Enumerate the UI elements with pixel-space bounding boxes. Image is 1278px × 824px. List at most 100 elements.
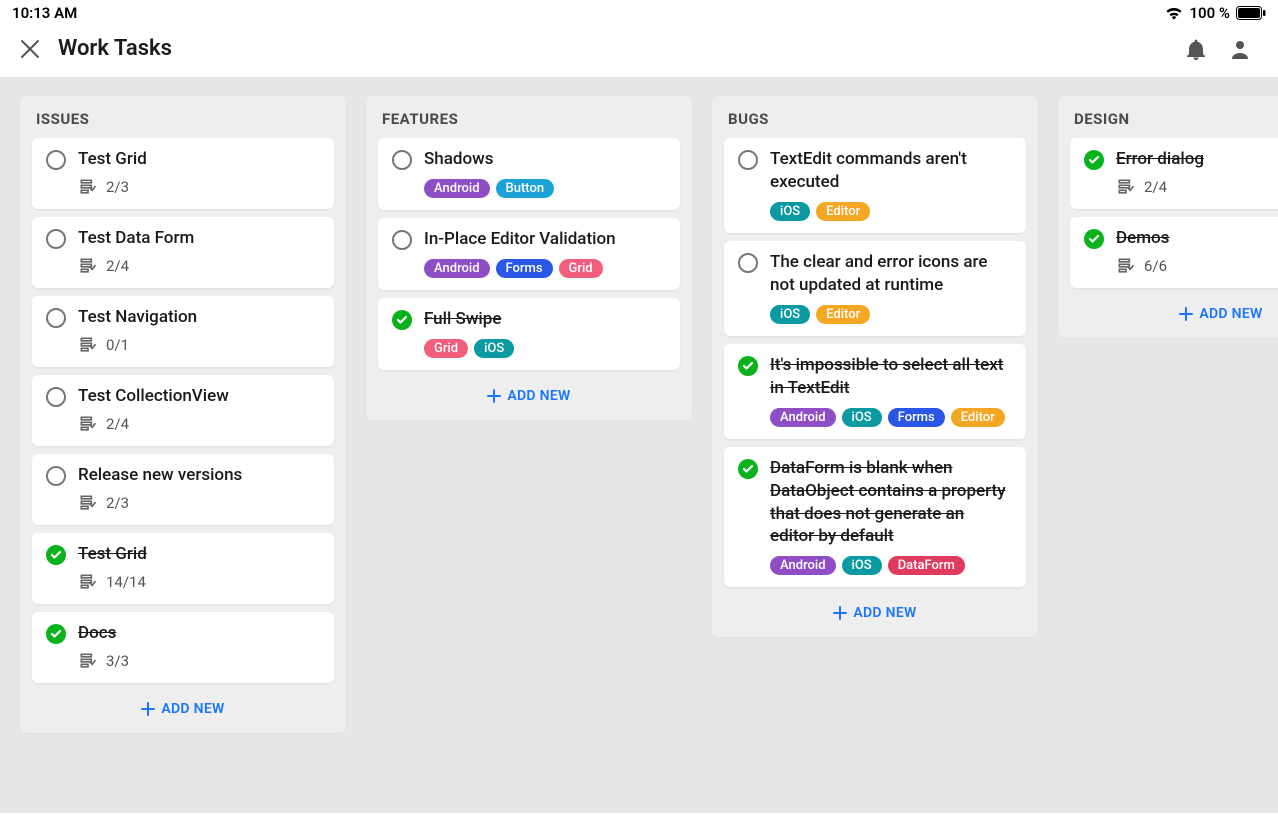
task-card[interactable]: DataForm is blank when DataObject contai… bbox=[724, 447, 1026, 588]
plus-icon bbox=[487, 389, 501, 403]
subtask-meta: 2/4 bbox=[78, 414, 320, 434]
card-body: Full Swipe GridiOS bbox=[424, 308, 666, 358]
tag[interactable]: iOS bbox=[842, 556, 882, 575]
task-card[interactable]: Test Data Form2/4 bbox=[32, 217, 334, 288]
tag[interactable]: Grid bbox=[559, 259, 603, 278]
battery-icon bbox=[1236, 6, 1266, 20]
card-title: Test Navigation bbox=[78, 306, 320, 329]
subtask-meta: 3/3 bbox=[78, 651, 320, 671]
bell-icon[interactable] bbox=[1186, 38, 1206, 60]
card-body: Test Grid2/3 bbox=[78, 148, 320, 197]
tag-list: iOS Editor bbox=[770, 202, 1012, 221]
tag[interactable]: DataForm bbox=[888, 556, 965, 575]
add-new-label: ADD NEW bbox=[853, 605, 916, 621]
card-title: It's impossible to select all text in Te… bbox=[770, 354, 1012, 400]
plus-icon bbox=[1179, 307, 1193, 321]
card-title: Shadows bbox=[424, 148, 666, 171]
kanban-board: ISSUESTest Grid2/3Test Data Form2/4Test … bbox=[0, 78, 1278, 813]
add-new-button[interactable]: ADD NEW bbox=[32, 691, 334, 721]
tag[interactable]: iOS bbox=[770, 305, 810, 324]
tag[interactable]: Android bbox=[770, 408, 836, 427]
circle-icon[interactable] bbox=[738, 253, 758, 273]
tag[interactable]: Editor bbox=[951, 408, 1005, 427]
task-card[interactable]: In-Place Editor Validation Android Forms Gr… bbox=[378, 218, 680, 290]
checkmark-icon[interactable] bbox=[392, 310, 412, 330]
card-title: DataForm is blank when DataObject contai… bbox=[770, 457, 1012, 549]
column: DESIGNError dialog2/4 Demos 6/6 ADD NEW bbox=[1058, 96, 1278, 338]
card-title: In-Place Editor Validation bbox=[424, 228, 666, 251]
task-card[interactable]: Full Swipe GridiOS bbox=[378, 298, 680, 370]
task-card[interactable]: Release new versions2/3 bbox=[32, 454, 334, 525]
task-card[interactable]: Docs 3/3 bbox=[32, 612, 334, 683]
tag-list: GridiOS bbox=[424, 339, 666, 358]
tag[interactable]: iOS bbox=[474, 339, 514, 358]
card-title: Full Swipe bbox=[424, 308, 666, 331]
circle-icon[interactable] bbox=[392, 230, 412, 250]
checkmark-icon[interactable] bbox=[46, 545, 66, 565]
column-title: DESIGN bbox=[1070, 96, 1278, 138]
task-card[interactable]: Test Grid2/3 bbox=[32, 138, 334, 209]
checkmark-icon[interactable] bbox=[46, 624, 66, 644]
add-new-button[interactable]: ADD NEW bbox=[724, 595, 1026, 625]
tag[interactable]: iOS bbox=[842, 408, 882, 427]
close-icon[interactable] bbox=[20, 39, 40, 59]
card-title: Docs bbox=[78, 622, 320, 645]
tag[interactable]: Forms bbox=[496, 259, 553, 278]
tag[interactable]: Android bbox=[770, 556, 836, 575]
status-bar: 10:13 AM 100 % bbox=[0, 0, 1278, 22]
task-card[interactable]: Test Navigation 0/1 bbox=[32, 296, 334, 367]
card-body: Release new versions2/3 bbox=[78, 464, 320, 513]
card-body: Test CollectionView2/4 bbox=[78, 385, 320, 434]
tag[interactable]: Grid bbox=[424, 339, 468, 358]
subtask-meta: 0/1 bbox=[78, 335, 320, 355]
task-card[interactable]: Test Grid14/14 bbox=[32, 533, 334, 604]
user-icon[interactable] bbox=[1230, 39, 1250, 59]
checkmark-icon[interactable] bbox=[738, 459, 758, 479]
circle-icon[interactable] bbox=[46, 308, 66, 328]
task-card[interactable]: The clear and error icons are not update… bbox=[724, 241, 1026, 336]
subtask-count: 3/3 bbox=[106, 652, 129, 670]
add-new-button[interactable]: ADD NEW bbox=[1070, 296, 1278, 326]
task-card[interactable]: Shadows Android Button bbox=[378, 138, 680, 210]
column-title: BUGS bbox=[724, 96, 1026, 138]
wifi-icon bbox=[1165, 6, 1183, 20]
circle-icon[interactable] bbox=[46, 387, 66, 407]
card-body: In-Place Editor Validation Android Forms Gr… bbox=[424, 228, 666, 278]
subtask-meta: 2/4 bbox=[78, 256, 320, 276]
tag[interactable]: Editor bbox=[816, 202, 870, 221]
tag[interactable]: Button bbox=[496, 179, 555, 198]
tag-list: Android Button bbox=[424, 179, 666, 198]
card-body: Demos 6/6 bbox=[1116, 227, 1278, 276]
subtask-count: 2/4 bbox=[106, 415, 129, 433]
card-title: The clear and error icons are not update… bbox=[770, 251, 1012, 297]
circle-icon[interactable] bbox=[46, 466, 66, 486]
tag[interactable]: Editor bbox=[816, 305, 870, 324]
checkmark-icon[interactable] bbox=[1084, 150, 1104, 170]
add-new-button[interactable]: ADD NEW bbox=[378, 378, 680, 408]
task-card[interactable]: It's impossible to select all text in Te… bbox=[724, 344, 1026, 439]
task-card[interactable]: Demos 6/6 bbox=[1070, 217, 1278, 288]
tag[interactable]: Android bbox=[424, 179, 490, 198]
subtask-meta: 2/4 bbox=[1116, 177, 1278, 197]
task-card[interactable]: Error dialog2/4 bbox=[1070, 138, 1278, 209]
tag[interactable]: Android bbox=[424, 259, 490, 278]
status-time: 10:13 AM bbox=[12, 4, 77, 22]
task-card[interactable]: Test CollectionView2/4 bbox=[32, 375, 334, 446]
column: FEATURESShadowsAndroidButtonIn-Place Edi… bbox=[366, 96, 692, 420]
subtask-meta: 6/6 bbox=[1116, 256, 1278, 276]
circle-icon[interactable] bbox=[392, 150, 412, 170]
card-title: Demos bbox=[1116, 227, 1278, 250]
card-body: Test Data Form2/4 bbox=[78, 227, 320, 276]
plus-icon bbox=[833, 606, 847, 620]
tag[interactable]: iOS bbox=[770, 202, 810, 221]
checkmark-icon[interactable] bbox=[1084, 229, 1104, 249]
checkmark-icon[interactable] bbox=[738, 356, 758, 376]
tag[interactable]: Forms bbox=[888, 408, 945, 427]
circle-icon[interactable] bbox=[46, 150, 66, 170]
column: BUGSTextEdit commands aren't executediOS… bbox=[712, 96, 1038, 637]
subtask-count: 14/14 bbox=[106, 573, 146, 591]
task-card[interactable]: TextEdit commands aren't executediOSEdit… bbox=[724, 138, 1026, 233]
circle-icon[interactable] bbox=[46, 229, 66, 249]
subtask-meta: 2/3 bbox=[78, 177, 320, 197]
circle-icon[interactable] bbox=[738, 150, 758, 170]
